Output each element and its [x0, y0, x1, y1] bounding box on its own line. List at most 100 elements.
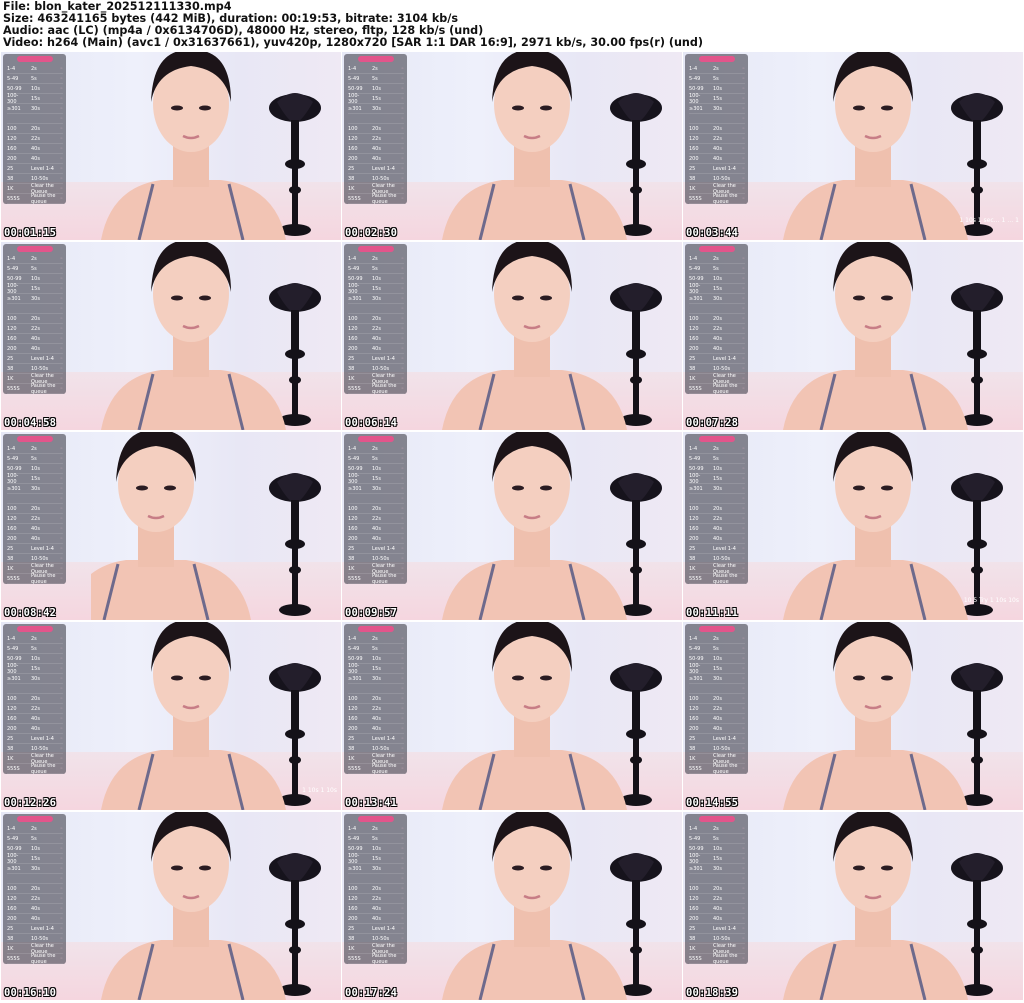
tip-menu-row: 100 20s ◦ — [348, 885, 404, 894]
tip-amount: 120 — [689, 136, 699, 142]
tip-amount: 160 — [689, 146, 699, 152]
video-thumbnail: 1-4 2s ◦ 5-49 5s ◦ 50-99 10s ◦ 100-300 15s ◦ ≥301 30s… — [1, 242, 341, 430]
tip-menu-overlay: 1-4 2s ◦ 5-49 5s ◦ 50-99 10s ◦ 100-300 15s ◦ ≥301 30s… — [3, 54, 66, 205]
tip-reward: 5s — [372, 836, 378, 842]
tip-amount: 120 — [348, 896, 358, 902]
tip-row-icon: ◦ — [742, 756, 745, 762]
tip-amount: 5-49 — [7, 76, 19, 82]
tip-menu-row: 160 40s ◦ — [7, 525, 63, 534]
tip-menu-row: 5-49 5s ◦ — [689, 835, 745, 844]
tip-menu-header-pill — [358, 626, 394, 632]
tip-reward: 10-50s — [31, 366, 49, 372]
tip-reward: 2s — [31, 66, 37, 72]
timestamp-label: 00:11:11 — [686, 607, 739, 619]
tip-amount: 100-300 — [348, 853, 360, 865]
tip-row-icon: ◦ — [60, 376, 63, 382]
tip-row-icon: ◦ — [401, 716, 404, 722]
tip-row-icon: ◦ — [60, 936, 63, 942]
tip-reward: 40s — [372, 916, 381, 922]
tip-row-icon: ◦ — [742, 446, 745, 452]
tip-amount: 38 — [689, 556, 696, 562]
tip-row-icon: ◦ — [60, 876, 63, 882]
tip-reward: Pause the queue — [31, 383, 56, 395]
tip-amount: 555S — [348, 956, 361, 962]
tip-amount: ≥301 — [689, 486, 703, 492]
thumbnail-grid: 1-4 2s ◦ 5-49 5s ◦ 50-99 10s ◦ 100-300 15s ◦ ≥301 30s… — [1, 52, 1023, 1002]
tip-row-icon: ◦ — [742, 886, 745, 892]
tip-row-icon: ◦ — [401, 96, 404, 102]
tip-reward: 15s — [31, 856, 40, 862]
tip-reward: 15s — [713, 856, 722, 862]
tip-menu-row: ≥301 30s ◦ — [348, 295, 404, 304]
tip-amount: 100-300 — [7, 663, 19, 675]
tip-reward: 22s — [713, 516, 722, 522]
tip-reward: Pause the queue — [372, 193, 397, 205]
tip-menu-row: 200 40s ◦ — [348, 725, 404, 734]
tip-menu-row: 5-49 5s ◦ — [7, 75, 63, 84]
tip-menu-row: ◦ — [348, 875, 404, 884]
tip-menu-row: 1-4 2s ◦ — [7, 635, 63, 644]
tip-reward: 30s — [31, 486, 40, 492]
tip-reward: 5s — [31, 76, 37, 82]
tip-row-icon: ◦ — [742, 286, 745, 292]
tip-row-icon: ◦ — [60, 116, 63, 122]
tip-row-icon: ◦ — [401, 76, 404, 82]
tip-amount: ≥301 — [7, 866, 21, 872]
tip-menu-row: 200 40s ◦ — [348, 155, 404, 164]
tip-menu-row: ≥301 30s ◦ — [348, 485, 404, 494]
tip-amount: 25 — [689, 926, 696, 932]
tip-menu-row: 100 20s ◦ — [689, 695, 745, 704]
tip-amount: 555S — [348, 576, 361, 582]
tip-amount: 25 — [348, 356, 355, 362]
tip-reward: 2s — [713, 636, 719, 642]
timestamp-label: 00:07:28 — [686, 417, 739, 429]
tip-menu-header-pill — [699, 436, 735, 442]
tip-row-icon: ◦ — [742, 116, 745, 122]
tip-menu-row: 200 40s ◦ — [689, 915, 745, 924]
tip-row-icon: ◦ — [60, 526, 63, 532]
tip-menu-row: 555S Pause the queue ◦ — [7, 193, 63, 205]
tip-menu-row: ◦ — [7, 305, 63, 314]
tip-amount: 555S — [7, 576, 20, 582]
tip-row-icon: ◦ — [742, 766, 745, 772]
tip-amount: 5-49 — [689, 76, 701, 82]
tip-menu-row: 100 20s ◦ — [7, 125, 63, 134]
tip-row-icon: ◦ — [60, 886, 63, 892]
tip-reward: 5s — [372, 646, 378, 652]
tip-menu-overlay: 1-4 2s ◦ 5-49 5s ◦ 50-99 10s ◦ 100-300 15s ◦ ≥301 30s… — [685, 624, 748, 775]
tip-menu-row: 100-300 15s ◦ — [348, 93, 404, 105]
tip-row-icon: ◦ — [401, 446, 404, 452]
tip-menu-row: ≥301 30s ◦ — [348, 865, 404, 874]
size-line: Size: 463241165 bytes (442 MiB), duratio… — [3, 13, 459, 25]
tip-menu-row: ◦ — [689, 115, 745, 124]
tip-reward: 15s — [31, 96, 40, 102]
tip-menu-header-pill — [358, 56, 394, 62]
tip-row-icon: ◦ — [401, 186, 404, 192]
tip-menu-overlay: 1-4 2s ◦ 5-49 5s ◦ 50-99 10s ◦ 100-300 15s ◦ ≥301 30s… — [344, 54, 407, 205]
tip-reward: 15s — [31, 476, 40, 482]
tip-row-icon: ◦ — [742, 566, 745, 572]
tip-amount: 120 — [689, 326, 699, 332]
tip-row-icon: ◦ — [401, 686, 404, 692]
tip-amount: 200 — [7, 726, 17, 732]
tip-row-icon: ◦ — [742, 836, 745, 842]
tip-menu-row: 100-300 15s ◦ — [7, 473, 63, 485]
tip-amount: 5-49 — [348, 836, 360, 842]
tip-row-icon: ◦ — [401, 176, 404, 182]
tip-row-icon: ◦ — [60, 106, 63, 112]
tip-row-icon: ◦ — [401, 666, 404, 672]
tip-row-icon: ◦ — [742, 476, 745, 482]
tip-amount: 1K — [7, 946, 14, 952]
tip-menu-row: 100-300 15s ◦ — [7, 853, 63, 865]
tip-amount: 100 — [7, 506, 17, 512]
tip-menu-row: 5-49 5s ◦ — [689, 455, 745, 464]
tip-reward: 5s — [713, 836, 719, 842]
tip-row-icon: ◦ — [742, 636, 745, 642]
tip-row-icon: ◦ — [401, 536, 404, 542]
tip-reward: 30s — [372, 106, 381, 112]
tip-row-icon: ◦ — [401, 546, 404, 552]
tip-menu-row: 1-4 2s ◦ — [689, 825, 745, 834]
tip-row-icon: ◦ — [401, 266, 404, 272]
timestamp-label: 00:14:55 — [686, 797, 739, 809]
tip-row-icon: ◦ — [60, 266, 63, 272]
